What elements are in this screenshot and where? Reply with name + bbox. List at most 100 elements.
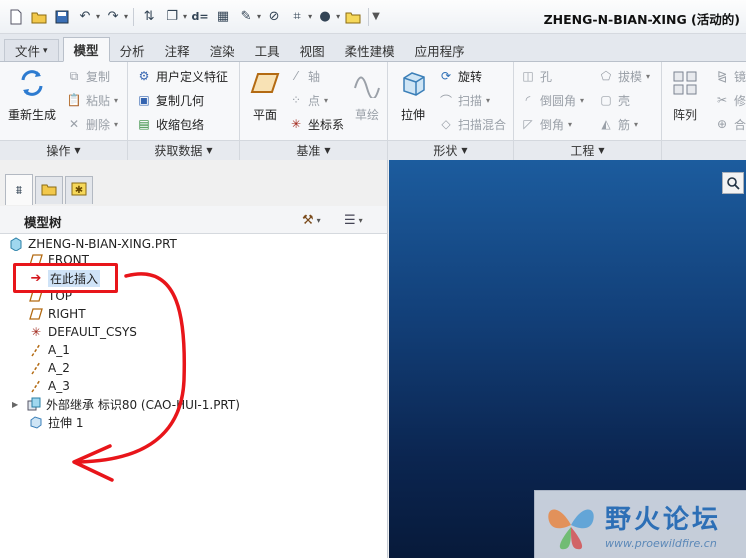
- draft-dropdown-icon[interactable]: ▾: [646, 72, 650, 81]
- paste-dropdown-icon[interactable]: ▾: [114, 96, 118, 105]
- tree-item-a1[interactable]: A_1: [28, 341, 70, 359]
- group-datum-label[interactable]: 基准 ▼: [240, 140, 387, 160]
- regenerate-button[interactable]: 重新生成: [8, 66, 56, 123]
- shrinkwrap-button[interactable]: ▤ 收缩包络: [136, 114, 204, 134]
- datum-display-dropdown-icon[interactable]: ▾: [308, 12, 312, 21]
- group-editing: 阵列 ⧎ 镜 ✂ 修 ⊕ 合: [662, 62, 746, 160]
- tab-tools[interactable]: 工具: [245, 39, 290, 61]
- draft-button[interactable]: ⬠ 拔模 ▾: [598, 66, 650, 86]
- folder-browser-icon: [41, 182, 57, 200]
- csys-icon: ✳: [30, 325, 42, 339]
- tree-item-extrude-1[interactable]: 拉伸 1: [28, 413, 83, 431]
- folder-icon[interactable]: [343, 7, 363, 27]
- no-icon[interactable]: ⊘: [264, 7, 284, 27]
- datum-display-icon[interactable]: ⌗: [287, 7, 307, 27]
- sweep-button[interactable]: ⌒ 扫描 ▾: [438, 90, 490, 110]
- new-icon[interactable]: [6, 7, 26, 27]
- tree-columns-button[interactable]: ☰ ▾: [344, 210, 363, 230]
- trim-button[interactable]: ✂ 修: [714, 90, 746, 110]
- toolbar-separator: [133, 7, 135, 26]
- point-dropdown-icon[interactable]: ▾: [324, 96, 328, 105]
- tab-file-label: 文件: [15, 44, 41, 59]
- group-engineering-label[interactable]: 工程 ▼: [514, 140, 661, 160]
- tree-item-a3[interactable]: A_3: [28, 377, 70, 395]
- tab-annotate[interactable]: 注释: [155, 39, 200, 61]
- redo-icon[interactable]: ↷: [103, 7, 123, 27]
- tree-item-a2[interactable]: A_2: [28, 359, 70, 377]
- csys-button[interactable]: ✳ 坐标系: [288, 114, 344, 134]
- undo-dropdown-icon[interactable]: ▾: [96, 12, 100, 21]
- merge-button[interactable]: ⊕ 合: [714, 114, 746, 134]
- chamfer-dropdown-icon[interactable]: ▾: [568, 120, 572, 129]
- pattern-button[interactable]: 阵列: [668, 66, 702, 123]
- paste-button[interactable]: 📋 粘贴 ▾: [66, 90, 119, 110]
- udf-button[interactable]: ⚙ 用户定义特征: [136, 66, 228, 86]
- merge-icon: ⊕: [716, 117, 728, 131]
- tab-file[interactable]: 文件 ▾: [4, 39, 59, 61]
- undo-icon[interactable]: ↶: [75, 7, 95, 27]
- group-operations-label[interactable]: 操作 ▼: [0, 140, 127, 160]
- appearance-dropdown-icon[interactable]: ▾: [336, 12, 340, 21]
- group-shapes-label[interactable]: 形状 ▼: [388, 140, 513, 160]
- expand-icon[interactable]: ▶: [12, 400, 22, 409]
- round-button[interactable]: ◜ 倒圆角 ▾: [520, 90, 584, 110]
- favorites-tab[interactable]: ✱: [65, 176, 93, 204]
- point-button[interactable]: ⁘ 点 ▾: [288, 90, 328, 110]
- sweep-dropdown-icon[interactable]: ▾: [486, 96, 490, 105]
- butterfly-logo-icon: [548, 509, 594, 550]
- tab-view[interactable]: 视图: [290, 39, 335, 61]
- chamfer-button[interactable]: ◸ 倒角 ▾: [520, 114, 572, 134]
- chevron-down-icon: ▾: [358, 215, 363, 225]
- sketch-button[interactable]: 草绘: [350, 66, 384, 123]
- window-icon[interactable]: ❐: [162, 7, 182, 27]
- more-icon[interactable]: ▼: [372, 11, 380, 22]
- rib-dropdown-icon[interactable]: ▾: [634, 120, 638, 129]
- axis-button[interactable]: ⁄ 轴: [288, 66, 320, 86]
- save-icon[interactable]: [52, 7, 72, 27]
- dimension-icon[interactable]: d=: [190, 7, 210, 27]
- window-dropdown-icon[interactable]: ▾: [183, 12, 187, 21]
- tab-analysis[interactable]: 分析: [110, 39, 155, 61]
- tree-item-right[interactable]: RIGHT: [28, 305, 86, 323]
- tree-item-label: A_2: [48, 361, 70, 375]
- ruler-dropdown-icon[interactable]: ▾: [257, 12, 261, 21]
- tab-render[interactable]: 渲染: [200, 39, 245, 61]
- redo-dropdown-icon[interactable]: ▾: [124, 12, 128, 21]
- copy-button[interactable]: ⧉ 复制: [66, 66, 110, 86]
- tree-settings-button[interactable]: ⚒ ▾: [302, 210, 321, 230]
- ribbon-tabs: 文件 ▾ 模型 分析 注释 渲染 工具 视图 柔性建模 应用程序: [0, 34, 746, 62]
- plane-button[interactable]: 平面: [248, 66, 282, 123]
- extrude-button[interactable]: 拉伸: [396, 66, 430, 123]
- measure-icon[interactable]: ▦: [213, 7, 233, 27]
- zoom-icon[interactable]: [722, 172, 744, 194]
- tab-applications[interactable]: 应用程序: [405, 39, 475, 61]
- revolve-button[interactable]: ⟳ 旋转: [438, 66, 482, 86]
- delete-dropdown-icon[interactable]: ▾: [114, 120, 118, 129]
- open-icon[interactable]: [29, 7, 49, 27]
- swept-blend-button[interactable]: ◇ 扫描混合: [438, 114, 506, 134]
- folder-browser-tab[interactable]: [35, 176, 63, 204]
- shell-button[interactable]: ▢ 壳: [598, 90, 630, 110]
- extrude-feature-icon: [28, 414, 44, 430]
- window-title: ZHENG-N-BIAN-XING (活动的): [543, 12, 740, 27]
- watermark-url: www.proewildfire.cn: [605, 537, 717, 550]
- appearance-icon[interactable]: ●: [315, 7, 335, 27]
- group-editing-label[interactable]: [662, 140, 746, 160]
- axis-icon: [28, 378, 44, 394]
- round-dropdown-icon[interactable]: ▾: [580, 96, 584, 105]
- tab-model[interactable]: 模型: [62, 37, 110, 62]
- tree-item-external-inheritance[interactable]: ▶ 外部继承 标识80 (CAO-HUI-1.PRT): [12, 395, 240, 413]
- delete-button[interactable]: ✕ 删除 ▾: [66, 114, 118, 134]
- tree-item-default-csys[interactable]: ✳ DEFAULT_CSYS: [28, 323, 137, 341]
- group-get-data-label[interactable]: 获取数据 ▼: [128, 140, 239, 160]
- tab-flexible-modeling[interactable]: 柔性建模: [335, 39, 405, 61]
- pattern-label: 阵列: [672, 108, 697, 122]
- copy-geometry-button[interactable]: ▣ 复制几何: [136, 90, 204, 110]
- rib-button[interactable]: ◭ 筋 ▾: [598, 114, 638, 134]
- hole-button[interactable]: ◫ 孔: [520, 66, 552, 86]
- mirror-button[interactable]: ⧎ 镜: [714, 66, 746, 86]
- model-tree-tab[interactable]: ⩩: [5, 174, 33, 205]
- ruler-icon[interactable]: ✎: [236, 7, 256, 27]
- regenerate-icon[interactable]: ⇅: [139, 7, 159, 27]
- revolve-icon: ⟳: [440, 69, 452, 83]
